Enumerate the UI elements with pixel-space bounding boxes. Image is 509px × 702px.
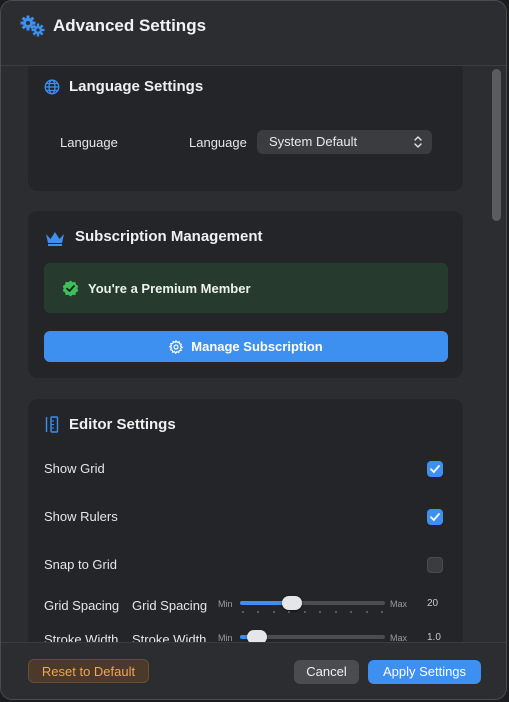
stroke-width-min-label: Min <box>218 633 233 642</box>
grid-spacing-value: 20 <box>427 598 439 609</box>
up-down-chevron-icon <box>414 136 422 148</box>
title-bar: Advanced Settings <box>1 1 506 66</box>
language-field-label: Language <box>189 135 247 150</box>
gears-icon <box>20 15 45 37</box>
ruler-columns-icon <box>45 416 59 433</box>
grid-spacing-ticks <box>242 611 383 613</box>
reset-to-default-button[interactable]: Reset to Default <box>28 659 149 683</box>
show-rulers-label: Show Rulers <box>44 509 118 524</box>
grid-spacing-slider-thumb[interactable] <box>282 596 302 610</box>
grid-spacing-min-label: Min <box>218 599 233 609</box>
vertical-scrollbar[interactable] <box>491 66 503 642</box>
dialog-footer: Reset to Default Cancel Apply Settings <box>1 642 506 699</box>
snap-to-grid-label: Snap to Grid <box>44 557 117 572</box>
grid-spacing-slider[interactable] <box>240 596 385 610</box>
snap-to-grid-checkbox[interactable] <box>427 557 443 573</box>
editor-settings-title: Editor Settings <box>69 416 176 433</box>
stroke-width-slider-thumb[interactable] <box>247 630 267 642</box>
premium-status-text: You're a Premium Member <box>88 281 251 296</box>
grid-spacing-field-label: Grid Spacing <box>132 598 208 613</box>
language-row-label: Language <box>60 135 118 150</box>
show-rulers-checkbox[interactable] <box>427 509 443 525</box>
globe-icon <box>44 79 60 95</box>
window-title: Advanced Settings <box>53 16 207 35</box>
show-grid-checkbox[interactable] <box>427 461 443 477</box>
language-select-value: System Default <box>269 134 358 149</box>
checkmark-icon <box>430 513 440 521</box>
grid-spacing-label: Grid Spacing <box>44 598 120 613</box>
show-grid-label: Show Grid <box>44 461 105 476</box>
stroke-width-label: Stroke Width <box>44 632 119 642</box>
stroke-width-field-label: Stroke Width <box>132 632 207 642</box>
cancel-button[interactable]: Cancel <box>294 660 359 684</box>
settings-window: Advanced Settings Language Settings Lang… <box>0 0 507 700</box>
manage-subscription-button[interactable]: Manage Subscription <box>44 331 448 362</box>
scrollbar-thumb[interactable] <box>492 69 501 221</box>
settings-scroll-area[interactable]: Language Settings Language Language Syst… <box>1 66 490 642</box>
language-settings-card: Language Settings Language Language Syst… <box>28 66 463 191</box>
grid-spacing-max-label: Max <box>390 599 408 609</box>
verified-badge-icon <box>62 280 79 297</box>
subscription-card: Subscription Management You're a Premium… <box>28 211 463 378</box>
crown-icon <box>46 232 64 246</box>
stroke-width-max-label: Max <box>390 633 408 642</box>
apply-settings-button[interactable]: Apply Settings <box>368 660 481 684</box>
language-settings-title: Language Settings <box>69 78 204 95</box>
stroke-width-slider[interactable] <box>240 630 385 642</box>
editor-settings-card: Editor Settings Show Grid Show Rulers Sn… <box>28 399 463 642</box>
subscription-title: Subscription Management <box>75 228 263 245</box>
gear-icon <box>169 339 184 354</box>
manage-subscription-label: Manage Subscription <box>191 339 323 354</box>
premium-status-banner: You're a Premium Member <box>44 263 448 313</box>
language-select[interactable]: System Default <box>257 130 432 154</box>
checkmark-icon <box>430 465 440 473</box>
stroke-width-value: 1.0 <box>427 632 441 642</box>
